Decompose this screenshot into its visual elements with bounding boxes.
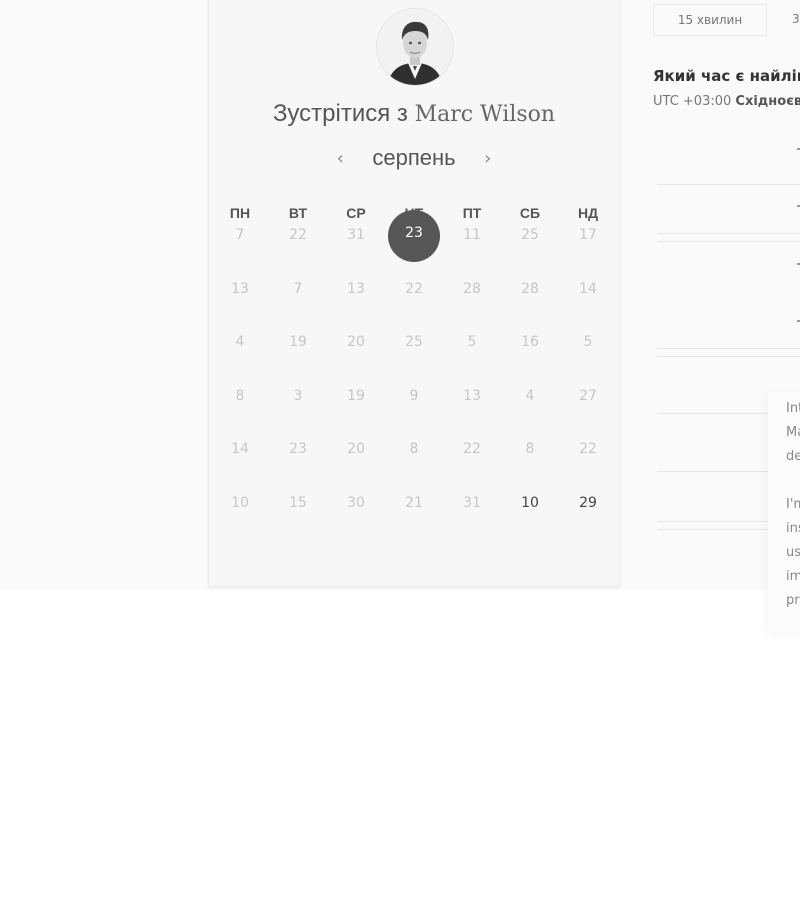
- timezone-selector[interactable]: UTC +03:00 Східноєв: [653, 94, 800, 109]
- slot-divider: [657, 184, 800, 185]
- calendar-day: 8: [409, 441, 419, 458]
- timezone-name: Східноєв: [735, 94, 800, 109]
- calendar-day: 5: [583, 334, 593, 351]
- calendar-day: 22: [463, 441, 481, 458]
- info-text: ins: [786, 521, 800, 536]
- info-text: de: [786, 449, 800, 464]
- time-question: Який час є найліпш: [653, 67, 800, 85]
- calendar-day: 4: [235, 334, 245, 351]
- calendar-day: 15: [289, 494, 307, 511]
- booking-card: Зустрітися з Marc Wilson ‹ серпень › ПН …: [208, 0, 620, 587]
- calendar-day: 4: [525, 387, 535, 404]
- calendar-day: 16: [521, 334, 539, 351]
- slot-divider: [657, 356, 800, 357]
- calendar-day: 11: [463, 227, 481, 243]
- calendar-day: 5: [467, 334, 477, 351]
- calendar-day: 31: [347, 227, 365, 243]
- calendar-day: 23: [289, 441, 307, 458]
- calendar-day: 22: [289, 227, 307, 243]
- duration-option-30[interactable]: 3: [792, 4, 800, 34]
- calendar-day: 3: [293, 387, 303, 404]
- page-title: Зустрітися з Marc Wilson: [209, 100, 619, 128]
- info-text: I'm: [786, 497, 800, 512]
- slot-divider: [657, 348, 800, 349]
- calendar-day: 8: [525, 441, 535, 458]
- calendar-week: 8 3 19 9 13 4 27: [211, 374, 617, 428]
- month-navigation: ‹ серпень ›: [209, 145, 619, 171]
- calendar-day: 22: [405, 280, 423, 297]
- prev-month-button[interactable]: ‹: [327, 148, 353, 169]
- calendar-day: 13: [347, 280, 365, 297]
- timezone-offset: UTC +03:00: [653, 94, 732, 109]
- info-text: Ma: [786, 425, 800, 440]
- calendar-day: 30: [347, 494, 365, 511]
- calendar-day: 20: [347, 334, 365, 351]
- calendar-week: 14 23 20 8 22 8 22: [211, 427, 617, 481]
- slot-divider: [657, 233, 800, 234]
- calendar-day: 28: [521, 280, 539, 297]
- month-label: серпень: [372, 145, 456, 170]
- calendar-day: 19: [347, 387, 365, 404]
- calendar-day: 25: [405, 334, 423, 351]
- calendar-day-selected[interactable]: 23: [385, 210, 443, 262]
- calendar-day: 13: [463, 387, 481, 404]
- calendar-week: 13 7 13 22 28 28 14: [211, 267, 617, 321]
- info-text: us: [786, 545, 800, 560]
- info-text: Int: [786, 401, 800, 416]
- calendar-day: 14: [231, 441, 249, 458]
- calendar-day: 27: [579, 387, 597, 404]
- calendar-day: 7: [293, 280, 303, 297]
- calendar-week: 4 19 20 25 5 16 5: [211, 320, 617, 374]
- calendar-day-available[interactable]: 10: [501, 481, 559, 525]
- calendar-week: 10 15 30 21 31 10 29: [211, 481, 617, 535]
- duration-option-15[interactable]: 15 хвилин: [653, 4, 767, 36]
- calendar-day: 8: [235, 387, 245, 404]
- info-text: im: [786, 569, 800, 584]
- calendar-day: 13: [231, 280, 249, 297]
- calendar-day: 28: [463, 280, 481, 297]
- calendar-day: 7: [235, 227, 245, 243]
- calendar-day: 21: [405, 494, 423, 511]
- calendar-day: 17: [579, 227, 597, 243]
- calendar-day: 19: [289, 334, 307, 351]
- calendar-day: 22: [579, 441, 597, 458]
- slot-divider: [657, 241, 800, 242]
- calendar-day: 10: [231, 494, 249, 511]
- calendar-grid: 7 22 31 23 11 25 17 13 7 13 22 28 28 14 …: [211, 210, 617, 535]
- calendar-day: 31: [463, 494, 481, 511]
- calendar-day: 20: [347, 441, 365, 458]
- info-text: pr: [786, 593, 800, 608]
- title-prefix: Зустрітися з: [272, 100, 408, 127]
- next-month-button[interactable]: ›: [475, 148, 501, 169]
- calendar-day: 9: [409, 387, 419, 404]
- calendar-week: 7 22 31 23 11 25 17: [211, 210, 617, 267]
- calendar-day-available[interactable]: 29: [559, 481, 617, 525]
- host-name: Marc Wilson: [414, 102, 556, 127]
- host-avatar: [377, 9, 453, 85]
- calendar-day: 25: [521, 227, 539, 243]
- calendar-day: 14: [579, 280, 597, 297]
